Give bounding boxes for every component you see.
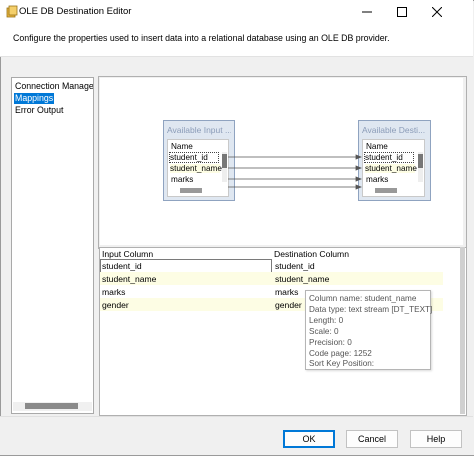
close-button[interactable] xyxy=(422,0,452,24)
tooltip-line: Precision: 0 xyxy=(309,338,352,347)
database-icon xyxy=(6,5,18,18)
grid-destination-cell[interactable]: gender xyxy=(275,300,302,310)
maximize-icon xyxy=(397,7,407,17)
input-table-body: Name student_id student_name marks xyxy=(167,139,229,197)
mapping-arrow-extra xyxy=(355,184,362,190)
destination-column-student-name[interactable]: student_name xyxy=(365,164,417,173)
cancel-button[interactable]: Cancel xyxy=(346,430,398,448)
help-button[interactable]: Help xyxy=(410,430,462,448)
sidebar-item-mappings[interactable]: Mappings xyxy=(14,93,55,104)
minimize-button[interactable] xyxy=(352,0,382,24)
destination-table-hscroll-thumb[interactable] xyxy=(375,188,397,193)
destination-column-student-id[interactable]: student_id xyxy=(364,152,414,163)
input-table-hscroll-thumb[interactable] xyxy=(180,188,202,193)
destination-table-vscroll-thumb[interactable] xyxy=(418,154,423,168)
grid-vertical-scrollbar[interactable] xyxy=(460,247,465,414)
destination-table-body: Name student_id student_name marks xyxy=(362,139,425,197)
tooltip-line: Column name: student_name xyxy=(309,294,417,303)
maximize-button[interactable] xyxy=(387,0,417,24)
grid-input-cell[interactable]: gender xyxy=(102,300,129,310)
tooltip-line: Length: 0 xyxy=(309,316,344,325)
input-table-title: Available Input ... xyxy=(167,125,231,135)
mapping-arrow-student-id xyxy=(355,154,362,160)
dialog-footer xyxy=(0,416,473,455)
close-icon xyxy=(432,7,442,17)
mapping-lines xyxy=(228,154,362,190)
available-destination-table[interactable]: Available Desti... Name student_id stude… xyxy=(358,120,431,201)
tooltip-line: Code page: 1252 xyxy=(309,349,372,358)
mapping-arrow-marks xyxy=(355,176,362,182)
input-column-student-id[interactable]: student_id xyxy=(169,152,219,163)
grid-destination-cell[interactable]: marks xyxy=(275,287,298,297)
grid-input-cell[interactable]: student_id xyxy=(102,261,142,271)
destination-table-title: Available Desti... xyxy=(362,125,426,135)
tooltip-line: Data type: text stream [DT_TEXT] xyxy=(309,305,433,314)
grid-input-cell[interactable]: marks xyxy=(102,287,125,297)
available-input-table[interactable]: Available Input ... Name student_id stud… xyxy=(163,120,235,201)
minimize-icon xyxy=(362,11,372,13)
input-column-marks[interactable]: marks xyxy=(171,175,193,184)
input-column-student-name[interactable]: student_name xyxy=(170,164,222,173)
description-text: Configure the properties used to insert … xyxy=(13,33,390,43)
sidebar-scroll-thumb[interactable] xyxy=(25,403,78,409)
input-table-vscroll-thumb[interactable] xyxy=(222,154,227,168)
input-table-header: Name xyxy=(171,142,193,151)
grid-input-cell[interactable]: student_name xyxy=(102,274,156,284)
sidebar-item-error-output[interactable]: Error Output xyxy=(14,105,64,116)
grid-header-input: Input Column xyxy=(102,249,154,259)
sidebar-nav: Connection Manager Mappings Error Output xyxy=(11,77,94,414)
tooltip-line: Scale: 0 xyxy=(309,327,339,336)
mapping-arrow-student-name xyxy=(355,165,362,171)
destination-column-marks[interactable]: marks xyxy=(366,175,388,184)
window-title: OLE DB Destination Editor xyxy=(19,6,132,17)
destination-table-header: Name xyxy=(366,142,388,151)
column-tooltip: Column name: student_name Data type: tex… xyxy=(305,290,433,370)
sidebar-item-connection-manager[interactable]: Connection Manager xyxy=(14,81,93,92)
ok-button[interactable]: OK xyxy=(283,430,335,448)
grid-header-destination: Destination Column xyxy=(274,249,349,259)
grid-destination-cell[interactable]: student_name xyxy=(275,274,329,284)
grid-destination-cell[interactable]: student_id xyxy=(275,261,315,271)
tooltip-line: Sort Key Position: xyxy=(309,359,375,368)
